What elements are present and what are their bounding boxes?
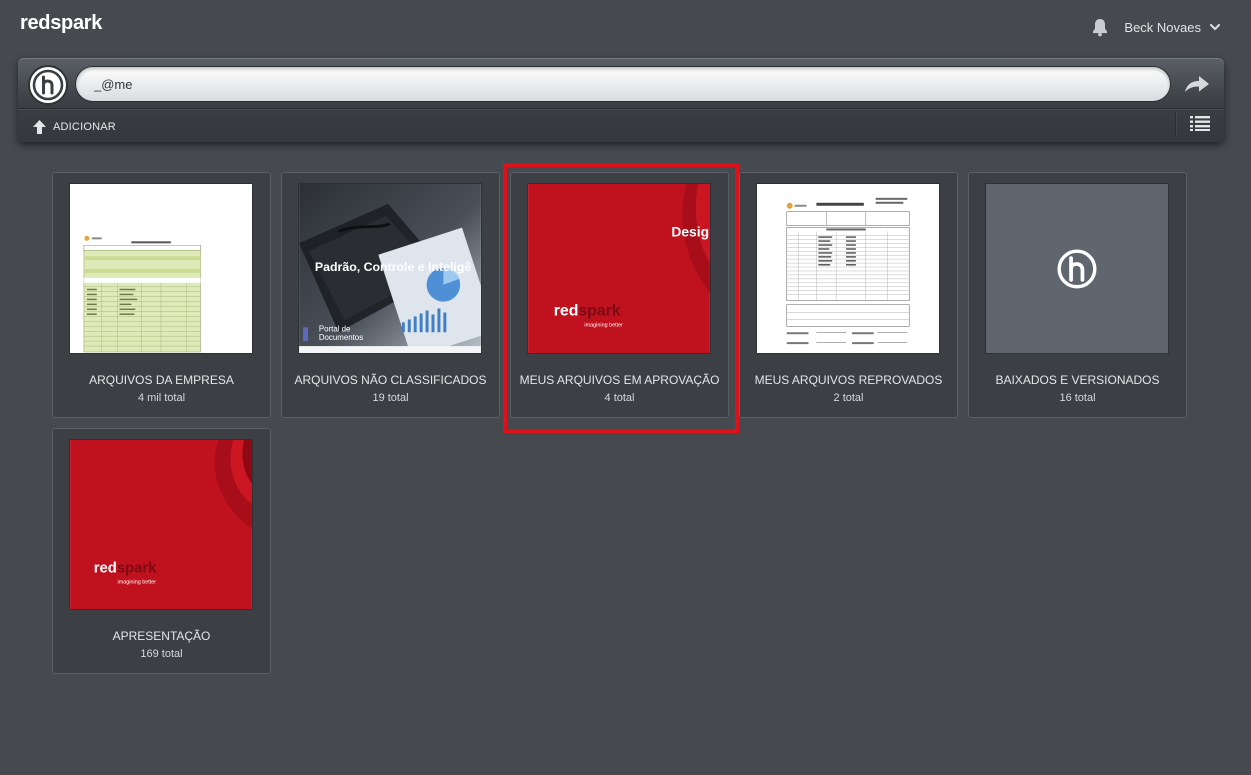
folder-title: APRESENTAÇÃO [112,629,211,643]
folder-thumbnail: redspark imagining better [69,439,253,610]
folder-count: 4 mil total [137,392,186,404]
share-arrow-icon [1185,76,1209,92]
folder-thumbnail [985,183,1169,354]
folder-title: MEUS ARQUIVOS REPROVADOS [754,373,943,387]
svg-text:redspark: redspark [94,560,157,576]
folder-card-arquivos-da-empresa[interactable]: ARQUIVOS DA EMPRESA 4 mil total [52,172,271,418]
folder-card-apresentacao[interactable]: redspark imagining better APRESENTAÇÃO 1… [52,428,271,674]
chevron-down-icon[interactable] [1209,21,1221,33]
logo-red-text: red [554,302,579,319]
svg-text:redspark: redspark [554,302,621,319]
share-button[interactable] [1182,71,1212,97]
folder-count: 4 total [604,392,635,404]
folder-thumbnail: Padrão, Controle e Inteligê Portal de Do… [298,183,482,354]
upload-arrow-icon [33,120,46,134]
folder-title: BAIXADOS E VERSIONADOS [995,373,1160,387]
folder-count: 19 total [372,392,409,404]
user-area: Beck Novaes [1090,17,1221,37]
folder-card-meus-arquivos-em-aprovacao[interactable]: Desig redspark imagining better MEUS ARQ… [510,172,729,418]
logo-red-text: red [94,560,117,576]
form-document-preview [757,184,939,353]
bell-icon[interactable] [1090,17,1110,37]
folder-card-meus-arquivos-reprovados[interactable]: MEUS ARQUIVOS REPROVADOS 2 total [739,172,958,418]
thumb-caption-line2: Documentos [319,333,363,342]
folder-card-baixados-e-versionados[interactable]: BAIXADOS E VERSIONADOS 16 total [968,172,1187,418]
user-name[interactable]: Beck Novaes [1124,20,1201,35]
toolbar-divider [18,108,1224,109]
folder-card-arquivos-nao-classificados[interactable]: Padrão, Controle e Inteligê Portal de Do… [281,172,500,418]
folder-thumbnail: Desig redspark imagining better [527,183,711,354]
folder-count: 169 total [140,648,183,660]
list-view-button[interactable] [1190,115,1210,133]
logo-tagline: imagining better [118,579,157,585]
list-view-icon [1190,116,1210,131]
command-input[interactable] [75,66,1171,102]
thumb-corner-text: Desig [671,223,709,239]
logo-spark-text: spark [578,302,620,319]
folder-title: ARQUIVOS DA EMPRESA [89,373,234,387]
folder-count: 16 total [1059,392,1096,404]
folder-title: MEUS ARQUIVOS EM APROVAÇÃO [519,373,720,387]
logo-tagline: imagining better [584,322,623,328]
toolbar-separator [1175,112,1176,136]
h-logo-placeholder-icon [986,184,1168,353]
h-logo-icon [32,69,64,101]
redspark-presentation-preview: redspark imagining better [70,440,252,609]
folder-thumbnail [69,183,253,354]
logo-spark-text: spark [117,560,157,576]
app-logo[interactable] [28,65,68,105]
spreadsheet-document-preview [70,184,252,353]
thumb-headline: Padrão, Controle e Inteligê [315,260,472,274]
portal-documentos-preview: Padrão, Controle e Inteligê Portal de Do… [299,184,481,353]
add-label: ADICIONAR [53,121,116,133]
folder-title: ARQUIVOS NÃO CLASSIFICADOS [294,373,487,387]
redspark-design-preview: Desig redspark imagining better [528,184,710,353]
folder-count: 2 total [833,392,864,404]
folder-thumbnail [756,183,940,354]
command-bar: ADICIONAR [18,58,1224,142]
thumb-caption-line1: Portal de [319,324,351,333]
app-brand: redspark [20,12,103,34]
add-button[interactable]: ADICIONAR [32,118,116,136]
